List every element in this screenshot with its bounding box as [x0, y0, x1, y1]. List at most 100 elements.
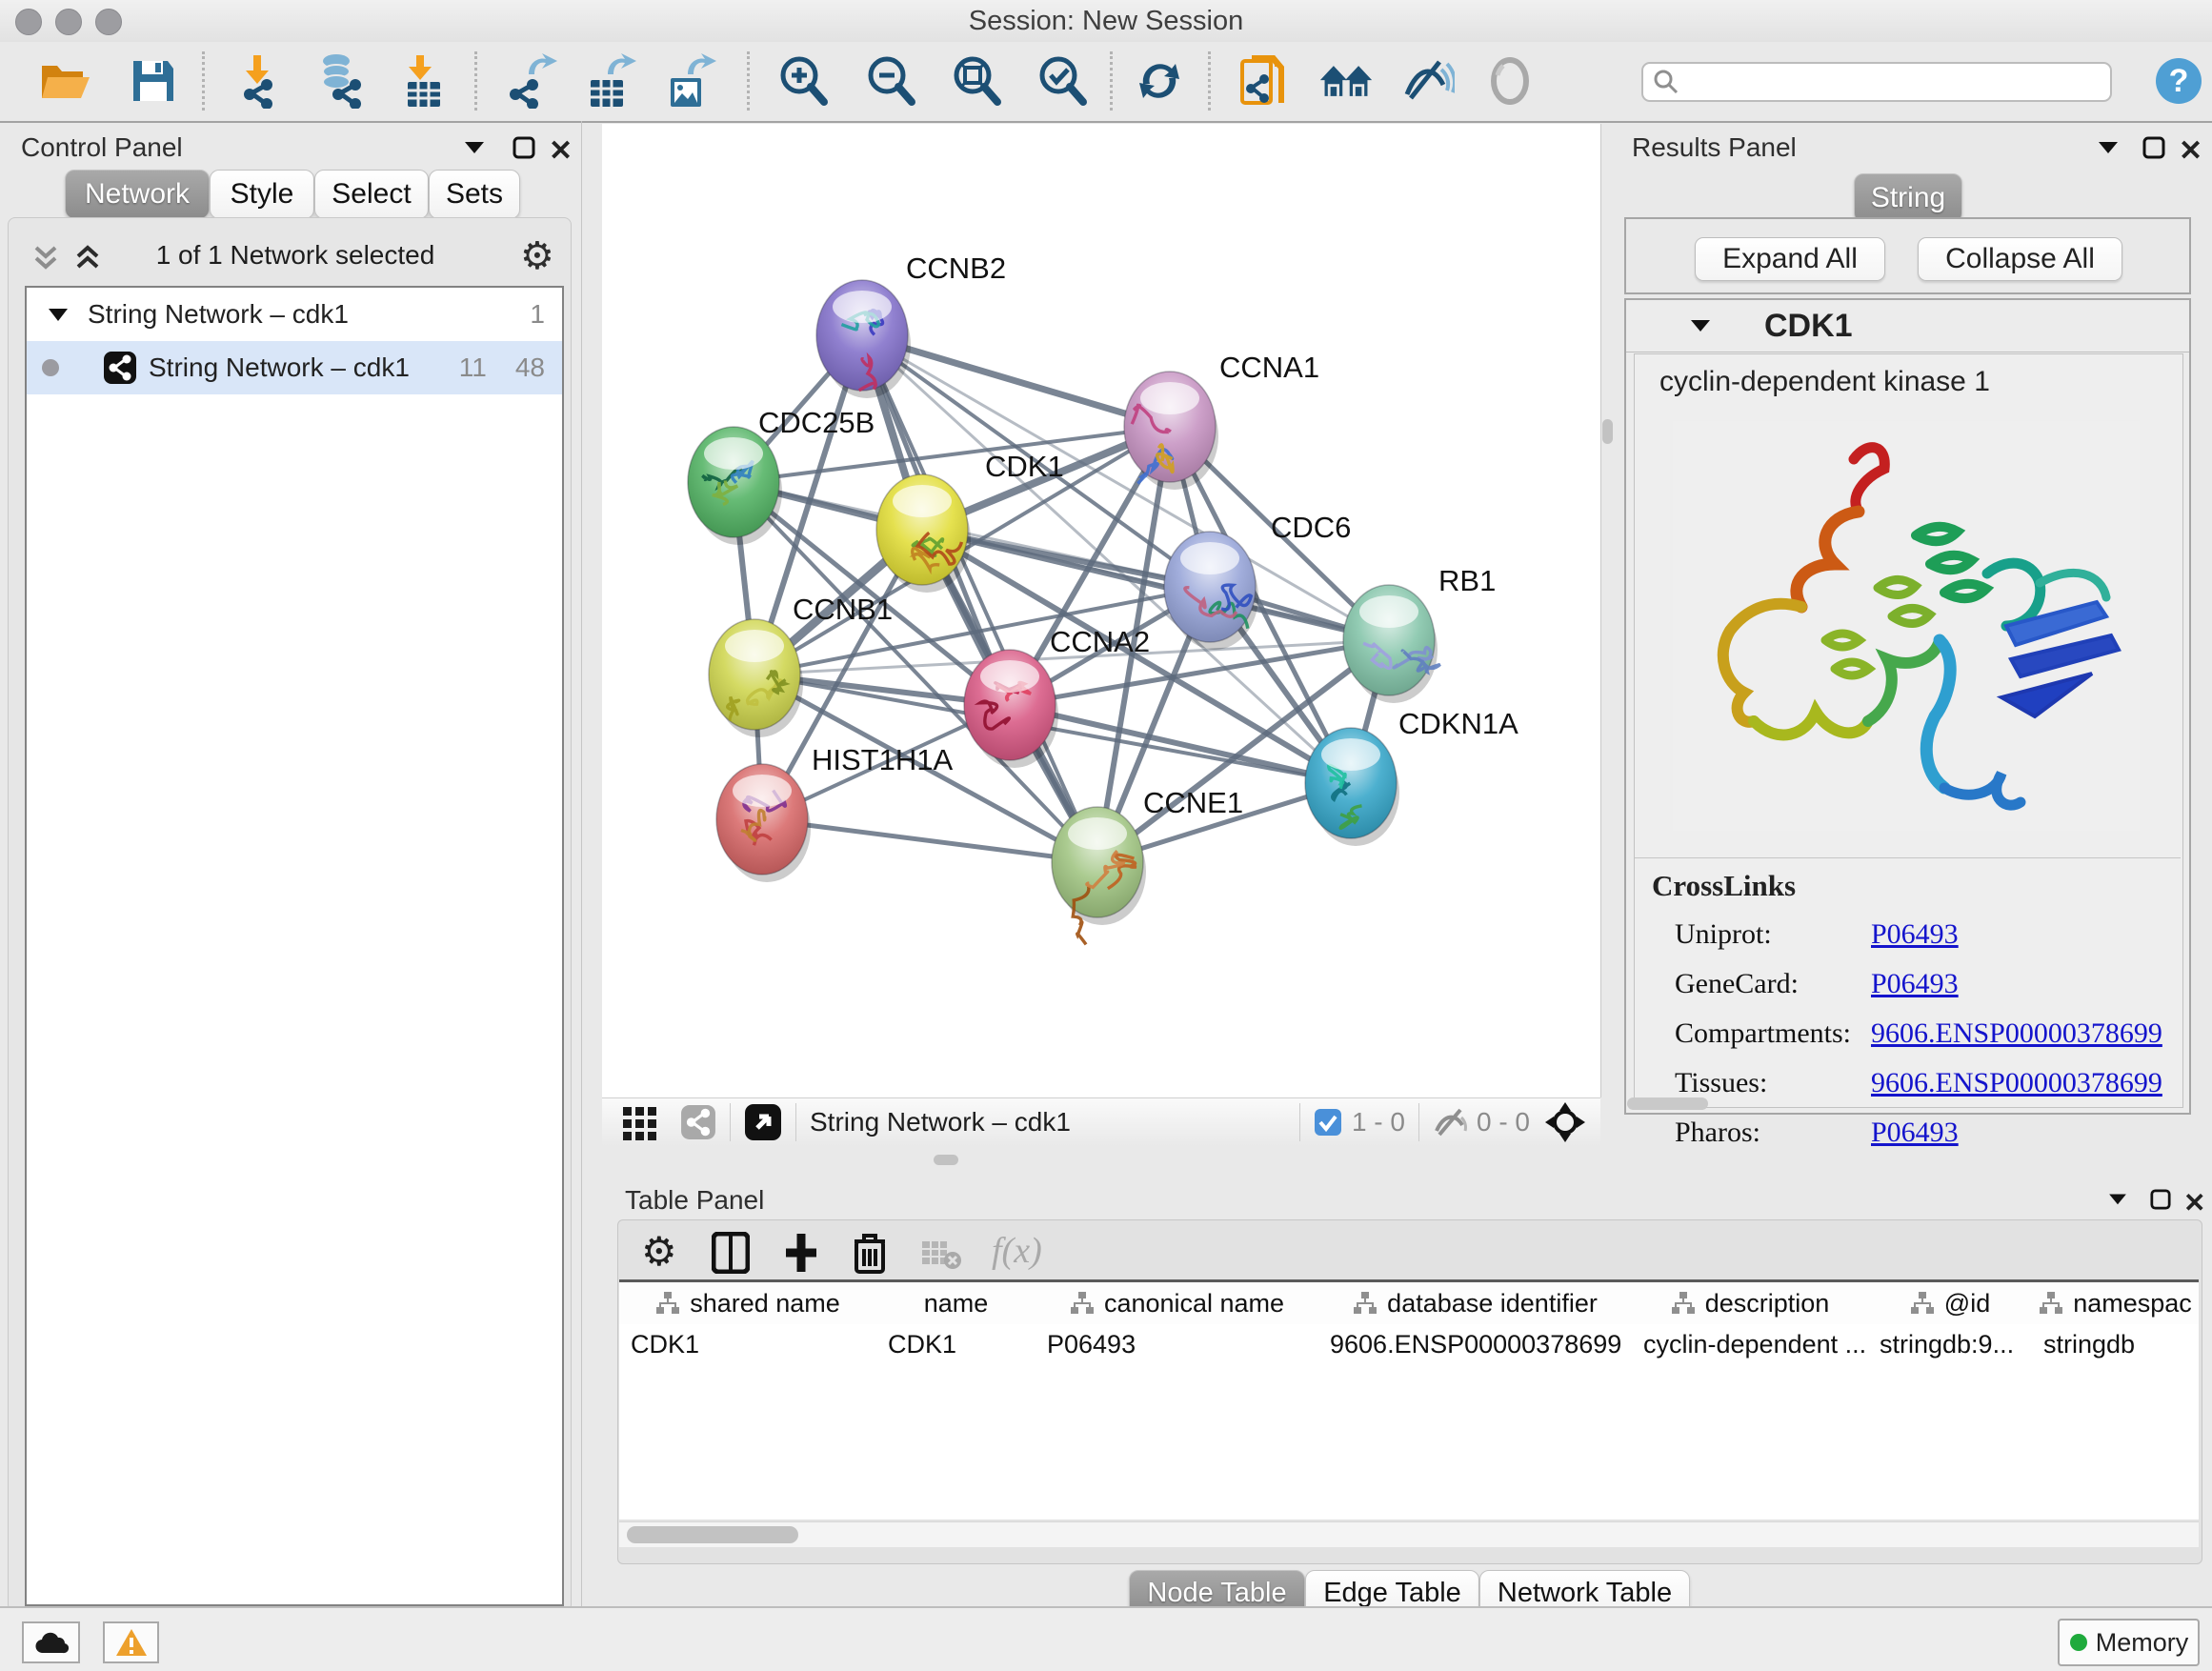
selected-checkbox-icon[interactable]: [1314, 1108, 1342, 1137]
show-panel-button[interactable]: [1482, 53, 1538, 109]
cytoscape-window: Session: New Session: [0, 0, 2212, 1671]
results-panel-float-icon[interactable]: [2142, 136, 2165, 159]
table-cell[interactable]: cyclin-dependent ...: [1632, 1324, 1868, 1364]
zoom-selected-button[interactable]: [1035, 53, 1090, 109]
memory-status-icon: [2069, 1633, 2088, 1652]
expand-all-networks-icon[interactable]: [70, 240, 105, 274]
col-header-canonical-name[interactable]: canonical name: [1036, 1282, 1319, 1324]
network-status-dot: [40, 357, 61, 378]
table-cell[interactable]: stringdb: [2032, 1324, 2199, 1364]
export-network-button[interactable]: [503, 53, 558, 109]
tab-string-results[interactable]: String: [1854, 173, 1962, 223]
table-panel-close-icon[interactable]: ✕: [2183, 1187, 2205, 1218]
col-header-shared-name[interactable]: shared name: [619, 1282, 877, 1324]
collapse-all-button[interactable]: Collapse All: [1918, 237, 2122, 281]
tab-sets[interactable]: Sets: [429, 170, 520, 219]
table-panel-menu-icon[interactable]: [2107, 1191, 2128, 1206]
hide-panel-button[interactable]: [1400, 53, 1456, 109]
table-delete-row-icon[interactable]: [853, 1232, 887, 1274]
table-gear-icon[interactable]: ⚙: [641, 1228, 677, 1275]
node-CDC6[interactable]: CDC6: [1164, 511, 1351, 650]
save-session-button[interactable]: [126, 53, 181, 109]
zoom-out-button[interactable]: [863, 53, 918, 109]
control-panel-close-icon[interactable]: ✕: [549, 134, 573, 168]
network-collection-row[interactable]: String Network – cdk1 1: [27, 288, 562, 341]
results-panel-close-icon[interactable]: ✕: [2179, 134, 2202, 168]
edge-HIST1H1A-CCNE1[interactable]: [762, 819, 1097, 862]
table-cell[interactable]: 9606.ENSP00000378699: [1318, 1324, 1632, 1364]
results-panel-menu-icon[interactable]: [2097, 138, 2120, 155]
col-header-description[interactable]: description: [1632, 1282, 1869, 1324]
crosslink-label: GeneCard:: [1675, 968, 1799, 1000]
gene-header-row[interactable]: CDK1: [1626, 300, 2189, 352]
table-panel-float-icon[interactable]: [2150, 1189, 2171, 1210]
crosslink-compartments[interactable]: 9606.ENSP00000378699: [1871, 1017, 2162, 1050]
table-columns-icon[interactable]: [712, 1232, 750, 1274]
share-view-icon[interactable]: [680, 1104, 716, 1140]
cloud-sync-button[interactable]: [22, 1621, 80, 1663]
crosslink-genecard[interactable]: P06493: [1871, 968, 1959, 1000]
table-add-icon[interactable]: [782, 1232, 820, 1274]
gene-collapse-icon[interactable]: [1689, 317, 1712, 334]
tab-style[interactable]: Style: [210, 170, 314, 219]
node-CCNA1[interactable]: CCNA1: [1124, 351, 1319, 490]
col-header-id[interactable]: @id: [1868, 1282, 2033, 1324]
table-cell[interactable]: CDK1: [876, 1324, 1036, 1364]
results-scrollbar-thumb[interactable]: [1627, 1097, 1708, 1110]
import-table-from-file-button[interactable]: [396, 53, 452, 109]
table-hscrollbar-thumb[interactable]: [627, 1526, 798, 1543]
horizontal-splitter-handle[interactable]: [934, 1155, 958, 1165]
node-CCNB2[interactable]: CCNB2: [816, 252, 1006, 398]
hidden-eye-icon[interactable]: [1433, 1106, 1469, 1138]
network-options-gear-icon[interactable]: ⚙: [520, 234, 554, 278]
node-CDKN1A[interactable]: CDKN1A: [1305, 707, 1518, 846]
expand-all-button[interactable]: Expand All: [1695, 237, 1885, 281]
zoom-fit-button[interactable]: [949, 53, 1004, 109]
open-session-button[interactable]: [38, 53, 93, 109]
string-network-graph[interactable]: CCNB2CCNA1CDC25BCDK1CDC6RB1CCNB1CCNA2CDK…: [602, 124, 1600, 1097]
node-CCNE1[interactable]: CCNE1: [1052, 786, 1243, 944]
col-header-name[interactable]: name: [876, 1282, 1036, 1324]
table-cell[interactable]: stringdb:9...: [1868, 1324, 2032, 1364]
collection-expand-icon[interactable]: [48, 306, 69, 323]
export-image-button[interactable]: [663, 53, 718, 109]
table-hscrollbar-track[interactable]: [619, 1521, 2199, 1547]
tab-network[interactable]: Network: [65, 170, 210, 219]
vertical-splitter-handle[interactable]: [1602, 419, 1613, 444]
export-table-button[interactable]: [583, 53, 638, 109]
apply-layout-button[interactable]: [1132, 53, 1187, 109]
birds-eye-crosshair-icon[interactable]: [1545, 1102, 1585, 1142]
node-label-HIST1H1A: HIST1H1A: [812, 743, 953, 776]
share-document-button[interactable]: [1237, 53, 1292, 109]
grid-view-icon[interactable]: [621, 1103, 659, 1141]
crosslink-uniprot[interactable]: P06493: [1871, 918, 1959, 951]
edge-CCNB2-CCNE1[interactable]: [862, 335, 1097, 862]
control-panel-menu-icon[interactable]: [463, 138, 486, 155]
crosslink-tissues[interactable]: 9606.ENSP00000378699: [1871, 1067, 2162, 1099]
search-field[interactable]: [1641, 62, 2112, 102]
network-row-selected[interactable]: String Network – cdk1 11 48: [27, 341, 562, 394]
detach-view-icon[interactable]: [744, 1103, 782, 1141]
control-panel-float-icon[interactable]: [513, 136, 535, 159]
string-home-button[interactable]: [1318, 53, 1374, 109]
zoom-in-button[interactable]: [775, 53, 831, 109]
search-input[interactable]: [1679, 67, 2093, 98]
import-network-from-database-button[interactable]: [312, 53, 367, 109]
warnings-button[interactable]: [103, 1621, 159, 1663]
node-HIST1H1A[interactable]: HIST1H1A: [716, 743, 953, 882]
node-RB1[interactable]: RB1: [1343, 564, 1496, 703]
col-header-namespace[interactable]: namespac: [2032, 1282, 2199, 1324]
gene-details-card: CDK1 cyclin-dependent kinase 1: [1624, 298, 2191, 1115]
collapse-all-networks-icon[interactable]: [29, 240, 63, 274]
import-network-from-file-button[interactable]: [231, 53, 287, 109]
help-button[interactable]: ?: [2151, 53, 2206, 109]
network-view-canvas[interactable]: CCNB2CCNA1CDC25BCDK1CDC6RB1CCNB1CCNA2CDK…: [602, 124, 1601, 1097]
col-header-database-identifier[interactable]: database identifier: [1318, 1282, 1633, 1324]
network-edge-count: 48: [515, 352, 545, 383]
crosslink-pharos[interactable]: P06493: [1871, 1117, 1959, 1149]
table-cell[interactable]: CDK1: [619, 1324, 876, 1364]
table-cell[interactable]: P06493: [1036, 1324, 1318, 1364]
node-label-RB1: RB1: [1438, 564, 1496, 597]
tab-select[interactable]: Select: [314, 170, 429, 219]
memory-button[interactable]: Memory: [2058, 1619, 2200, 1666]
